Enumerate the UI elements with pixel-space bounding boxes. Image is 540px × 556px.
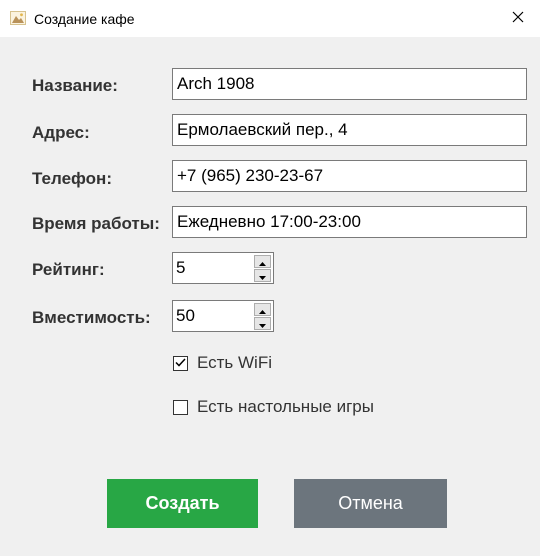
- close-button[interactable]: [496, 0, 540, 37]
- title-bar: Создание кафе: [0, 0, 540, 37]
- capacity-input[interactable]: [173, 301, 251, 331]
- chevron-down-icon: [259, 267, 266, 285]
- name-label: Название:: [32, 76, 118, 95]
- checkmark-icon: [175, 354, 186, 372]
- rating-label: Рейтинг:: [32, 260, 105, 279]
- rating-decrement-button[interactable]: [254, 269, 271, 282]
- app-image-icon: [10, 11, 26, 25]
- capacity-decrement-button[interactable]: [254, 317, 271, 330]
- hours-label: Время работы:: [32, 214, 160, 233]
- wifi-label: Есть WiFi: [197, 353, 272, 372]
- window-title: Создание кафе: [34, 11, 135, 27]
- capacity-spinner[interactable]: [172, 300, 274, 332]
- wifi-checkbox-box[interactable]: [173, 354, 188, 372]
- chevron-down-icon: [259, 315, 266, 333]
- phone-label: Телефон:: [32, 169, 112, 188]
- board-games-checkbox[interactable]: Есть настольные игры: [173, 397, 374, 417]
- address-label: Адрес:: [32, 123, 90, 142]
- cancel-button[interactable]: Отмена: [294, 479, 447, 528]
- wifi-checkbox[interactable]: Есть WiFi: [173, 353, 272, 373]
- board-games-label: Есть настольные игры: [197, 397, 374, 416]
- rating-spinner[interactable]: [172, 252, 274, 284]
- close-icon: [512, 10, 524, 28]
- name-input[interactable]: [172, 68, 527, 100]
- rating-input[interactable]: [173, 253, 251, 283]
- board-games-checkbox-box[interactable]: [173, 399, 188, 415]
- hours-input[interactable]: [172, 206, 527, 238]
- create-button[interactable]: Создать: [107, 479, 258, 528]
- address-input[interactable]: [172, 114, 527, 146]
- capacity-label: Вместимость:: [32, 308, 151, 327]
- phone-input[interactable]: [172, 160, 527, 192]
